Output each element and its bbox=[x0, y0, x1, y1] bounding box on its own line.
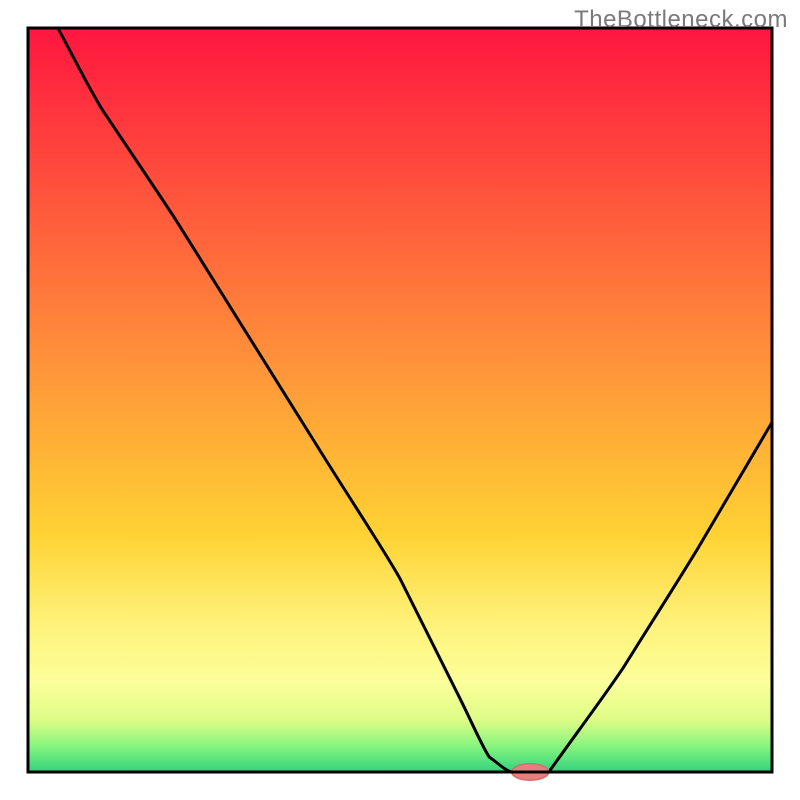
bottleneck-chart: TheBottleneck.com bbox=[0, 0, 800, 800]
plot-area bbox=[28, 28, 772, 780]
watermark-text: TheBottleneck.com bbox=[574, 6, 788, 34]
chart-svg bbox=[0, 0, 800, 800]
gradient-background bbox=[28, 28, 772, 772]
